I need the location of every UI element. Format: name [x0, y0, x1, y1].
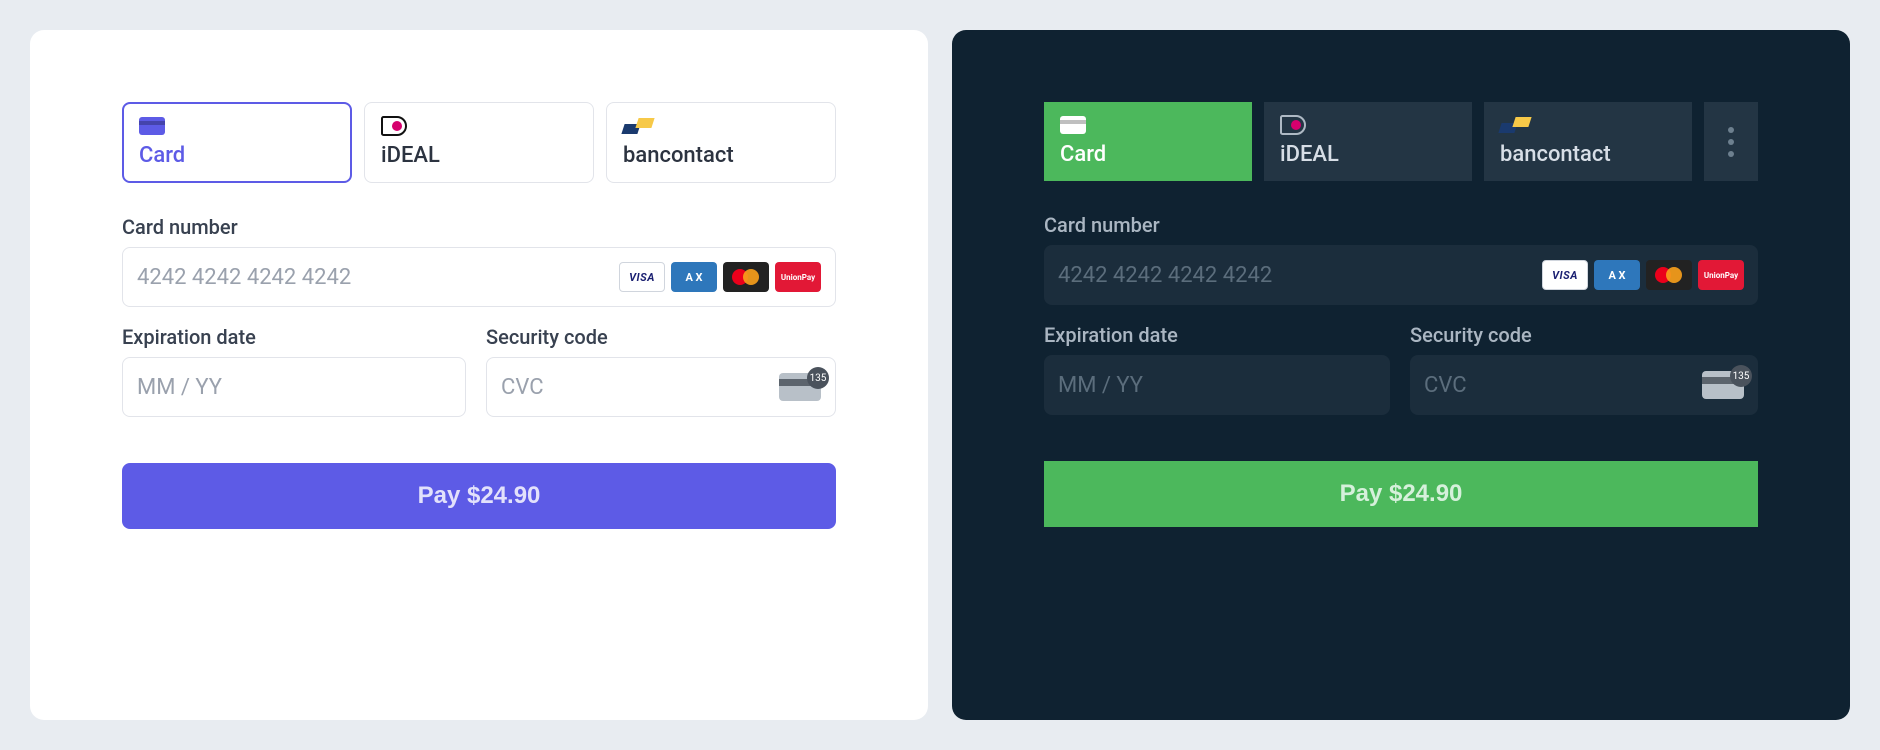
expiration-label: Expiration date [122, 325, 466, 349]
tab-label: bancontact [1500, 142, 1676, 167]
pay-button[interactable]: Pay $24.90 [1044, 461, 1758, 527]
tab-label: iDEAL [381, 143, 577, 168]
amex-icon: A X [671, 262, 717, 292]
card-number-label: Card number [122, 215, 836, 239]
payment-panel-dark: Card iDEAL bancontact Card number VISA A… [952, 30, 1850, 720]
tab-card[interactable]: Card [122, 102, 352, 183]
cvc-field-wrap: 135 [1410, 355, 1758, 415]
cvc-input[interactable] [1424, 373, 1702, 398]
cvc-input[interactable] [501, 375, 779, 400]
ideal-icon [1280, 115, 1306, 135]
tab-bancontact[interactable]: bancontact [1484, 102, 1692, 181]
expiration-field-wrap [122, 357, 466, 417]
cvc-hint-icon: 135 [779, 373, 821, 401]
tab-ideal[interactable]: iDEAL [1264, 102, 1472, 181]
tab-card[interactable]: Card [1044, 102, 1252, 181]
card-icon [139, 117, 165, 135]
card-brand-icons: VISA A X UnionPay [619, 262, 821, 292]
payment-panel-light: Card iDEAL bancontact Card number VISA A… [30, 30, 928, 720]
tab-ideal[interactable]: iDEAL [364, 102, 594, 183]
card-number-input[interactable] [137, 265, 619, 290]
unionpay-icon: UnionPay [1698, 260, 1744, 290]
tab-label: Card [139, 143, 335, 168]
payment-method-tabs: Card iDEAL bancontact [122, 102, 836, 183]
pay-button[interactable]: Pay $24.90 [122, 463, 836, 529]
bancontact-icon [1500, 117, 1530, 133]
expiration-label: Expiration date [1044, 323, 1390, 347]
cvc-label: Security code [486, 325, 836, 349]
dots-vertical-icon [1728, 127, 1734, 157]
card-icon [1060, 116, 1086, 134]
tab-label: bancontact [623, 143, 819, 168]
expiration-input[interactable] [137, 375, 451, 400]
card-number-field-wrap: VISA A X UnionPay [122, 247, 836, 307]
cvc-hint-icon: 135 [1702, 371, 1744, 399]
card-number-input[interactable] [1058, 263, 1542, 288]
more-methods-button[interactable] [1704, 102, 1758, 181]
ideal-icon [381, 116, 407, 136]
card-number-label: Card number [1044, 213, 1758, 237]
card-brand-icons: VISA A X UnionPay [1542, 260, 1744, 290]
amex-icon: A X [1594, 260, 1640, 290]
tab-label: iDEAL [1280, 142, 1456, 167]
tab-bancontact[interactable]: bancontact [606, 102, 836, 183]
bancontact-icon [623, 118, 653, 134]
payment-method-tabs: Card iDEAL bancontact [1044, 102, 1758, 181]
cvc-label: Security code [1410, 323, 1758, 347]
visa-icon: VISA [1542, 260, 1588, 290]
expiration-input[interactable] [1058, 373, 1376, 398]
expiration-field-wrap [1044, 355, 1390, 415]
mastercard-icon [1646, 260, 1692, 290]
tab-label: Card [1060, 142, 1236, 167]
mastercard-icon [723, 262, 769, 292]
card-number-field-wrap: VISA A X UnionPay [1044, 245, 1758, 305]
cvc-field-wrap: 135 [486, 357, 836, 417]
visa-icon: VISA [619, 262, 665, 292]
unionpay-icon: UnionPay [775, 262, 821, 292]
